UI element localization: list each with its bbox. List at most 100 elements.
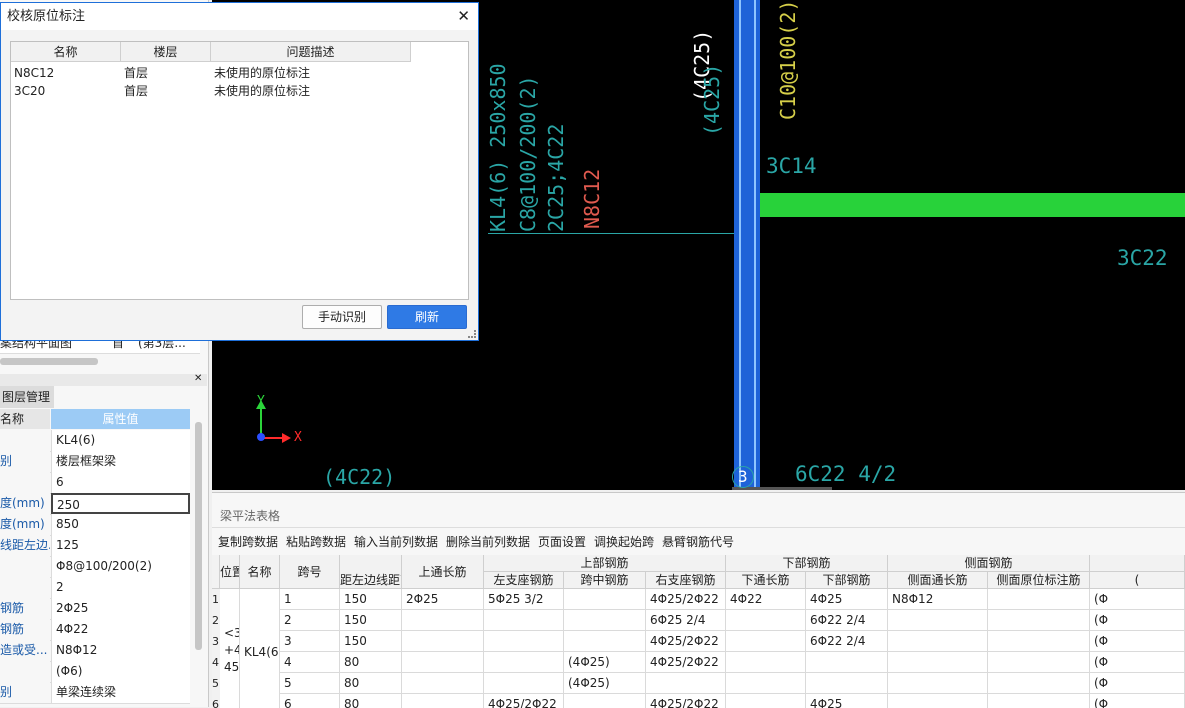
property-row[interactable]: 别单梁连续梁 [0, 682, 190, 704]
beam-spec-label[interactable]: KL4(6) 250x850 [486, 63, 510, 232]
side-bars-label[interactable]: N8C12 [580, 169, 604, 229]
column-header[interactable]: 下部钢筋 [806, 572, 888, 589]
list-item[interactable]: N8C12 首层 未使用的原位标注 [11, 64, 466, 82]
table-cell[interactable]: 2Φ25 [402, 589, 484, 610]
column-header[interactable]: 跨号 [280, 555, 340, 589]
table-cell[interactable]: 2 [280, 610, 340, 631]
table-cell[interactable]: 6Φ22 2/4 [806, 631, 888, 652]
vertical-scrollbar[interactable] [195, 422, 202, 650]
table-cell[interactable] [988, 631, 1090, 652]
top-bars-label[interactable]: 2C25;4C22 [544, 124, 568, 232]
column-header[interactable]: 侧面原位标注筋 [988, 572, 1090, 589]
table-cell[interactable] [726, 694, 806, 708]
table-cell[interactable]: 150 [340, 610, 402, 631]
property-value[interactable]: 2 [51, 577, 190, 598]
property-row[interactable]: 钢筋 4Φ22 [0, 619, 190, 641]
table-cell[interactable]: (Φ [1090, 610, 1185, 631]
table-cell[interactable]: 4Φ25/2Φ22 [646, 589, 726, 610]
table-cell[interactable] [726, 631, 806, 652]
table-cell[interactable]: N8Φ12 [888, 589, 988, 610]
table-cell[interactable] [402, 631, 484, 652]
table-cell[interactable]: 4 [280, 652, 340, 673]
property-value[interactable]: 楼层框架梁 [51, 451, 190, 472]
bottom-4c22-label[interactable]: (4C22) [323, 467, 395, 487]
stirrup-label[interactable]: C8@100/200(2) [516, 75, 540, 232]
column-header[interactable]: 跨中钢筋 [564, 572, 646, 589]
table-cell[interactable]: 80 [340, 652, 402, 673]
bar-3c14-label[interactable]: 3C14 [766, 156, 817, 177]
table-cell[interactable]: 150 [340, 589, 402, 610]
panel-close-icon[interactable]: ✕ [194, 373, 202, 384]
table-cell[interactable] [484, 673, 564, 694]
list-item[interactable]: 3C20 首层 未使用的原位标注 [11, 82, 466, 100]
stirrup-yellow-label[interactable]: C10@100(2) [776, 0, 800, 120]
table-cell[interactable]: (Φ [1090, 631, 1185, 652]
table-cell[interactable]: 1 [280, 589, 340, 610]
table-cell[interactable]: 4Φ25/2Φ22 [646, 694, 726, 708]
table-cell[interactable] [888, 652, 988, 673]
table-cell[interactable] [564, 589, 646, 610]
row-number[interactable]: 3 [212, 631, 220, 653]
col-header-name[interactable]: 名称 [11, 42, 121, 62]
column-header[interactable]: 名称 [240, 555, 280, 589]
table-cell[interactable] [564, 694, 646, 708]
property-row[interactable]: 钢筋 2Φ25 [0, 598, 190, 620]
property-value[interactable]: 6 [51, 472, 190, 493]
table-cell[interactable]: (Φ [1090, 589, 1185, 610]
horizontal-scrollbar[interactable] [0, 358, 98, 365]
group-header-bottom[interactable]: 下部钢筋 [726, 555, 888, 572]
property-row[interactable]: 别楼层框架梁 [0, 451, 190, 473]
toolbar-button[interactable]: 粘贴跨数据 [286, 533, 346, 550]
table-cell[interactable] [888, 673, 988, 694]
table-cell[interactable]: 6 [280, 694, 340, 708]
table-cell[interactable]: 4Φ22 [726, 589, 806, 610]
column-header[interactable]: 左支座钢筋 [484, 572, 564, 589]
property-row[interactable]: 2 [0, 577, 190, 599]
bottom-6c22-label[interactable]: 6C22 4/2 [795, 464, 896, 485]
toolbar-button[interactable]: 复制跨数据 [218, 533, 278, 550]
table-cell[interactable] [484, 610, 564, 631]
toolbar-button[interactable]: 删除当前列数据 [446, 533, 530, 550]
property-value[interactable]: (Φ6) [51, 661, 190, 682]
table-cell[interactable]: 6Φ25 2/4 [646, 610, 726, 631]
property-value[interactable]: 2Φ25 [51, 598, 190, 619]
column-element[interactable] [734, 0, 760, 490]
column-header[interactable]: 侧面通长筋 [888, 572, 988, 589]
table-cell[interactable] [484, 652, 564, 673]
property-value[interactable]: Φ8@100/200(2) [51, 556, 190, 577]
table-cell[interactable] [988, 610, 1090, 631]
table-cell[interactable] [646, 673, 726, 694]
property-value[interactable]: 125 [51, 535, 190, 556]
col-header-desc[interactable]: 问题描述 [211, 42, 411, 62]
table-cell[interactable]: (4Φ25) [564, 652, 646, 673]
table-cell[interactable] [888, 694, 988, 708]
table-cell[interactable]: (4Φ25) [564, 673, 646, 694]
column-header[interactable]: 距左边线距离 [340, 572, 402, 589]
row-number[interactable]: 6 [212, 694, 220, 708]
group-header-top[interactable]: 上部钢筋 [484, 555, 726, 572]
property-row[interactable]: 线距左边...125 [0, 535, 190, 557]
name-cell[interactable]: KL4(6) [240, 589, 280, 708]
table-cell[interactable]: 4Φ25 [806, 694, 888, 708]
table-cell[interactable] [402, 694, 484, 708]
manual-identify-button[interactable]: 手动识别 [302, 305, 382, 329]
toolbar-button[interactable]: 页面设置 [538, 533, 586, 550]
table-cell[interactable] [726, 652, 806, 673]
property-row[interactable]: 造或受... N8Φ12 [0, 640, 190, 662]
group-header-side[interactable]: 侧面钢筋 [888, 555, 1090, 572]
table-cell[interactable]: 3 [280, 631, 340, 652]
table-cell[interactable] [988, 694, 1090, 708]
table-cell[interactable]: 6Φ22 2/4 [806, 610, 888, 631]
table-cell[interactable]: (Φ [1090, 694, 1185, 708]
column-header[interactable]: 下通长筋 [726, 572, 806, 589]
row-number[interactable]: 5 [212, 673, 220, 695]
table-cell[interactable]: 5 [280, 673, 340, 694]
column-header[interactable]: ( [1090, 572, 1185, 589]
row-number[interactable]: 4 [212, 652, 220, 674]
table-cell[interactable] [402, 673, 484, 694]
table-cell[interactable]: 4Φ25/2Φ22 [646, 631, 726, 652]
bar-3c22-label[interactable]: 3C22 [1117, 248, 1168, 269]
column-header[interactable]: 上通长筋 [402, 555, 484, 589]
property-value[interactable]: N8Φ12 [51, 640, 190, 661]
table-cell[interactable]: 5Φ25 3/2 [484, 589, 564, 610]
